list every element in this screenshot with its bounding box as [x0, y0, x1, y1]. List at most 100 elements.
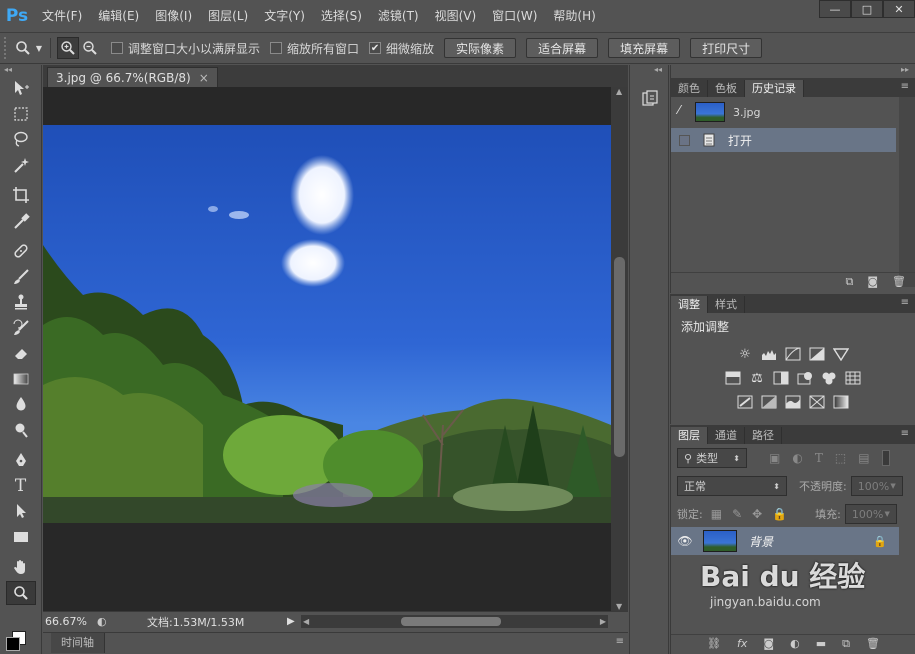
delete-layer-icon[interactable]: 🗑 — [866, 637, 880, 650]
brightness-contrast-icon[interactable]: ☼ — [736, 346, 754, 362]
tab-styles[interactable]: 样式 — [708, 296, 745, 313]
zoom-out-icon[interactable] — [79, 37, 101, 59]
channel-mixer-icon[interactable] — [820, 370, 838, 386]
new-snapshot-icon[interactable]: ◙ — [867, 275, 878, 288]
new-layer-icon[interactable]: ⧉ — [842, 637, 850, 651]
preset-dropdown-icon[interactable]: ▼ — [34, 37, 44, 59]
minimize-button[interactable]: — — [819, 0, 851, 18]
scrubby-zoom-checkbox[interactable]: ✔ 细微缩放 — [369, 40, 434, 57]
healing-brush-tool-icon[interactable] — [6, 239, 36, 263]
options-grip[interactable] — [4, 37, 12, 59]
blur-tool-icon[interactable] — [6, 392, 36, 416]
black-white-icon[interactable] — [772, 370, 790, 386]
zoom-in-icon[interactable] — [57, 37, 79, 59]
vertical-scrollbar[interactable]: ▲ ▼ — [611, 87, 628, 611]
history-snapshot[interactable]: ⁄ 3.jpg — [671, 97, 896, 127]
layer-style-fx-icon[interactable]: fx — [737, 637, 747, 650]
menu-view[interactable]: 视图(V) — [427, 0, 485, 32]
scroll-down-icon[interactable]: ▼ — [616, 602, 622, 611]
marquee-tool-icon[interactable] — [6, 102, 36, 126]
menu-image[interactable]: 图像(I) — [147, 0, 200, 32]
exposure-icon[interactable] — [808, 346, 826, 362]
blend-mode-dropdown[interactable]: 正常 ⬍ — [677, 476, 787, 496]
chevron-down-icon[interactable]: ▼ — [890, 482, 895, 490]
selective-color-icon[interactable] — [808, 394, 826, 410]
lock-position-icon[interactable]: ✥ — [752, 507, 762, 521]
eyedropper-tool-icon[interactable] — [6, 209, 36, 233]
pen-tool-icon[interactable] — [6, 448, 36, 472]
delete-state-icon[interactable]: 🗑 — [892, 275, 906, 288]
timeline-menu-icon[interactable]: ≡ — [616, 636, 624, 647]
color-lookup-icon[interactable] — [844, 370, 862, 386]
horizontal-scroll-thumb[interactable] — [401, 617, 501, 626]
gradient-map-icon[interactable] — [832, 394, 850, 410]
lasso-tool-icon[interactable] — [6, 127, 36, 151]
photoshop-logo[interactable]: Ps — [0, 0, 34, 32]
link-layers-icon[interactable]: ⛓ — [707, 637, 721, 650]
add-mask-icon[interactable]: ◙ — [763, 637, 774, 650]
gradient-tool-icon[interactable] — [6, 367, 36, 391]
chevron-down-icon[interactable]: ▼ — [884, 510, 889, 518]
menu-filter[interactable]: 滤镜(T) — [370, 0, 427, 32]
hand-tool-icon[interactable] — [6, 555, 36, 579]
close-button[interactable]: ✕ — [883, 0, 915, 18]
filter-smart-object-icon[interactable]: ▤ — [858, 451, 869, 465]
vertical-scroll-thumb[interactable] — [614, 257, 625, 457]
tab-paths[interactable]: 路径 — [745, 427, 782, 444]
fit-screen-button[interactable]: 适合屏幕 — [526, 38, 599, 58]
zoom-all-windows-checkbox[interactable]: 缩放所有窗口 — [270, 40, 359, 57]
timeline-tab[interactable]: 时间轴 — [51, 633, 105, 653]
checkbox-box[interactable] — [270, 42, 283, 54]
opacity-field[interactable]: 100% ▼ — [850, 476, 903, 496]
layer-name[interactable]: 背景 — [749, 533, 773, 550]
zoom-tool-icon[interactable] — [5, 580, 36, 605]
tab-swatches[interactable]: 色板 — [708, 80, 745, 97]
photo-filter-icon[interactable] — [796, 370, 814, 386]
actual-pixels-button[interactable]: 实际像素 — [444, 38, 517, 58]
invert-icon[interactable] — [736, 394, 754, 410]
magic-wand-tool-icon[interactable] — [6, 153, 36, 177]
history-state-checkbox[interactable] — [679, 134, 690, 146]
history-panel-icon[interactable] — [638, 85, 662, 111]
dodge-tool-icon[interactable] — [6, 418, 36, 442]
dock-collapse-icon[interactable]: ◂◂ — [654, 65, 662, 74]
panel-collapse-icon[interactable]: ▸▸ — [901, 65, 909, 74]
tab-history[interactable]: 历史记录 — [745, 80, 804, 97]
path-selection-tool-icon[interactable] — [6, 499, 36, 523]
filter-shape-icon[interactable]: ⬚ — [835, 451, 846, 465]
new-adjustment-layer-icon[interactable]: ◐ — [790, 637, 800, 650]
panel-menu-icon[interactable]: ≡ — [901, 81, 909, 92]
lock-all-icon[interactable]: 🔒 — [772, 507, 787, 521]
horizontal-scrollbar[interactable]: ◀ ▶ — [301, 615, 608, 628]
type-tool-icon[interactable]: T — [6, 474, 36, 498]
eraser-tool-icon[interactable] — [6, 341, 36, 365]
panel-menu-icon[interactable]: ≡ — [901, 297, 909, 308]
resize-windows-checkbox[interactable]: 调整窗口大小以满屏显示 — [111, 40, 260, 57]
menu-type[interactable]: 文字(Y) — [256, 0, 313, 32]
history-scrollbar[interactable] — [899, 97, 915, 287]
new-group-icon[interactable]: ▬ — [816, 637, 826, 650]
menu-edit[interactable]: 编辑(E) — [90, 0, 147, 32]
eye-icon[interactable]: 👁 — [671, 534, 699, 548]
scroll-right-icon[interactable]: ▶ — [600, 617, 606, 626]
scroll-up-icon[interactable]: ▲ — [616, 87, 622, 96]
lock-image-icon[interactable]: ✎ — [732, 507, 742, 521]
document-canvas[interactable] — [43, 87, 611, 611]
crop-tool-icon[interactable] — [6, 183, 36, 207]
close-tab-icon[interactable]: × — [199, 71, 209, 85]
history-brush-source-icon[interactable]: ⁄ — [678, 103, 680, 117]
menu-layer[interactable]: 图层(L) — [200, 0, 256, 32]
tools-collapse-icon[interactable]: ◂◂ — [0, 65, 41, 75]
tab-adjustments[interactable]: 调整 — [671, 296, 708, 313]
zoom-level[interactable]: 66.67% — [43, 615, 97, 628]
layer-filter-dropdown[interactable]: ⚲ 类型 ⬍ — [677, 448, 747, 468]
document-tab[interactable]: 3.jpg @ 66.7%(RGB/8) × — [47, 67, 218, 87]
tab-channels[interactable]: 通道 — [708, 427, 745, 444]
posterize-icon[interactable] — [760, 394, 778, 410]
checkmark-icon[interactable]: ✔ — [369, 42, 382, 54]
scroll-left-icon[interactable]: ◀ — [303, 617, 309, 626]
menu-window[interactable]: 窗口(W) — [484, 0, 545, 32]
status-icon[interactable]: ◐ — [97, 615, 117, 628]
tab-layers[interactable]: 图层 — [671, 427, 708, 444]
fill-screen-button[interactable]: 填充屏幕 — [608, 38, 681, 58]
